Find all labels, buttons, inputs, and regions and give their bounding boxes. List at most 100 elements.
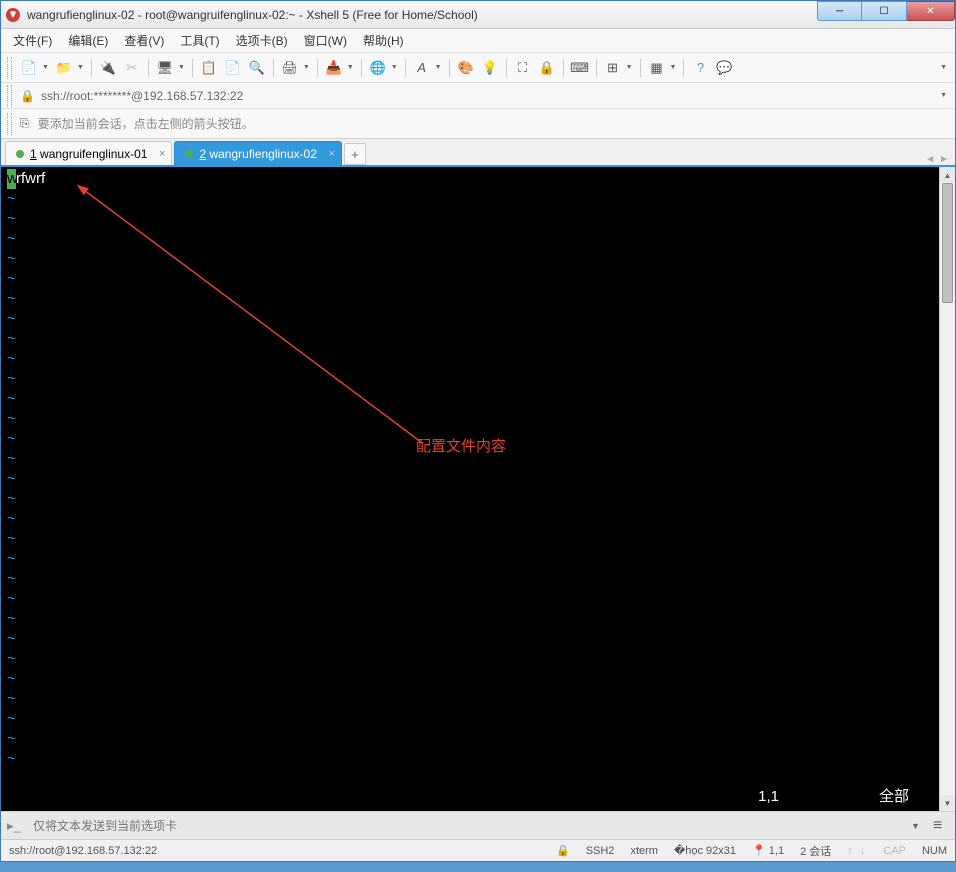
new-session-icon[interactable]: 📄 (18, 57, 40, 79)
terminal-empty-line: ~ (7, 209, 933, 229)
session-tab-2[interactable]: 2 wangrufienglinux-02 × (174, 141, 341, 165)
highlight-icon[interactable]: 💡 (479, 57, 501, 79)
terminal-empty-line: ~ (7, 249, 933, 269)
menu-edit[interactable]: 编辑(E) (60, 30, 116, 51)
disconnect-icon[interactable]: ✂ (121, 57, 143, 79)
menu-file[interactable]: 文件(F) (5, 30, 60, 51)
toolbar-grip[interactable] (7, 57, 12, 79)
vi-status: 1,1 全部 (758, 787, 909, 807)
font-icon[interactable]: A (411, 57, 433, 79)
terminal-empty-line: ~ (7, 729, 933, 749)
status-pos: 📍 1,1 (752, 844, 784, 857)
app-icon (5, 7, 21, 23)
tab-next-icon[interactable]: ► (939, 154, 949, 165)
fullscreen-icon[interactable]: ⛶ (512, 57, 534, 79)
menu-tools[interactable]: 工具(T) (172, 30, 227, 51)
separator (361, 59, 362, 77)
menu-help[interactable]: 帮助(H) (355, 30, 412, 51)
scroll-down-icon[interactable]: ▼ (940, 795, 955, 811)
keyboard-icon[interactable]: ⌨ (569, 57, 591, 79)
hint-arrow-icon[interactable]: ⎘ (20, 116, 30, 131)
status-term: xterm (630, 845, 658, 857)
find-icon[interactable]: 🔍 (246, 57, 268, 79)
status-dot-icon (185, 150, 193, 158)
transfer-icon[interactable]: 📥 (323, 57, 345, 79)
toolbar-overflow[interactable]: ▼ (938, 64, 949, 71)
compose-menu-icon[interactable]: ≡ (933, 817, 949, 835)
dropdown-icon[interactable]: ▼ (40, 64, 51, 71)
menu-view[interactable]: 查看(V) (116, 30, 172, 51)
help-icon[interactable]: ? (689, 57, 711, 79)
close-button[interactable]: ✕ (907, 1, 955, 21)
tab-label: wangruifenglinux-01 (40, 147, 147, 161)
status-arrows-icon: ↑ ↓ (847, 845, 867, 857)
dropdown-icon[interactable]: ▼ (345, 64, 356, 71)
terminal-empty-line: ~ (7, 449, 933, 469)
separator (317, 59, 318, 77)
terminal-scrollbar[interactable]: ▲ ▼ (939, 167, 955, 811)
dropdown-icon[interactable]: ▼ (624, 64, 635, 71)
terminal-empty-line: ~ (7, 469, 933, 489)
hint-text: 要添加当前会话，点击左侧的箭头按钮。 (38, 115, 254, 132)
separator (91, 59, 92, 77)
dropdown-icon[interactable]: ▼ (433, 64, 444, 71)
chat-icon[interactable]: 💬 (713, 57, 735, 79)
titlebar[interactable]: wangrufienglinux-02 - root@wangruifengli… (1, 1, 955, 29)
addrbar-overflow[interactable]: ▼ (938, 92, 949, 99)
dropdown-icon[interactable]: ▼ (668, 64, 679, 71)
menu-tab[interactable]: 选项卡(B) (228, 30, 296, 51)
minimize-button[interactable]: ─ (817, 1, 862, 21)
terminal-empty-line: ~ (7, 649, 933, 669)
scroll-up-icon[interactable]: ▲ (940, 167, 955, 183)
compose-input[interactable] (29, 816, 905, 836)
dropdown-icon[interactable]: ▼ (75, 64, 86, 71)
dropdown-icon[interactable]: ▼ (176, 64, 187, 71)
open-folder-icon[interactable]: 📁 (53, 57, 75, 79)
reconnect-icon[interactable]: 🔌 (97, 57, 119, 79)
terminal-empty-line: ~ (7, 569, 933, 589)
compose-dropdown-icon[interactable]: ▼ (911, 821, 927, 831)
scroll-status: 全部 (879, 787, 909, 807)
properties-icon[interactable]: 🖥 (154, 57, 176, 79)
copy-icon[interactable]: 📋 (198, 57, 220, 79)
session-url[interactable]: ssh://root:********@192.168.57.132:22 (41, 89, 243, 103)
tab-prev-icon[interactable]: ◄ (925, 154, 935, 165)
terminal-empty-line: ~ (7, 389, 933, 409)
dropdown-icon[interactable]: ▼ (301, 64, 312, 71)
new-tab-button[interactable]: + (344, 143, 366, 165)
terminal[interactable]: wrfwrf~~~~~~~~~~~~~~~~~~~~~~~~~~~~~ 配置文件… (1, 167, 939, 811)
scroll-thumb[interactable] (942, 183, 953, 303)
terminal-area: wrfwrf~~~~~~~~~~~~~~~~~~~~~~~~~~~~~ 配置文件… (1, 165, 955, 811)
terminal-empty-line: ~ (7, 189, 933, 209)
separator (596, 59, 597, 77)
separator (273, 59, 274, 77)
statusbar: ssh://root@192.168.57.132:22 🔒 SSH2 xter… (1, 839, 955, 861)
dropdown-icon[interactable]: ▼ (389, 64, 400, 71)
lock-icon[interactable]: 🔒 (536, 57, 558, 79)
globe-icon[interactable]: 🌐 (367, 57, 389, 79)
lock-icon: 🔒 (20, 89, 35, 103)
cursor: w (7, 169, 16, 189)
hintbar-grip[interactable] (7, 113, 12, 135)
status-cap: CAP (883, 845, 906, 857)
menu-window[interactable]: 窗口(W) (296, 30, 355, 51)
tab-index: 2 (199, 147, 206, 161)
addrbar-grip[interactable] (7, 85, 12, 107)
menubar: 文件(F) 编辑(E) 查看(V) 工具(T) 选项卡(B) 窗口(W) 帮助(… (1, 29, 955, 53)
tab-close-icon[interactable]: × (159, 148, 165, 160)
terminal-empty-line: ~ (7, 689, 933, 709)
cursor-position: 1,1 (758, 787, 779, 807)
add-icon[interactable]: ⊞ (602, 57, 624, 79)
layout-icon[interactable]: ▦ (646, 57, 668, 79)
maximize-button[interactable]: ☐ (862, 1, 907, 21)
terminal-empty-line: ~ (7, 309, 933, 329)
paste-icon[interactable]: 📄 (222, 57, 244, 79)
terminal-empty-line: ~ (7, 329, 933, 349)
status-protocol: SSH2 (586, 845, 615, 857)
color-icon[interactable]: 🎨 (455, 57, 477, 79)
print-icon[interactable]: 🖨 (279, 57, 301, 79)
terminal-empty-line: ~ (7, 709, 933, 729)
terminal-empty-line: ~ (7, 549, 933, 569)
tab-close-icon[interactable]: × (328, 148, 334, 160)
session-tab-1[interactable]: 1 wangruifenglinux-01 × (5, 141, 172, 165)
